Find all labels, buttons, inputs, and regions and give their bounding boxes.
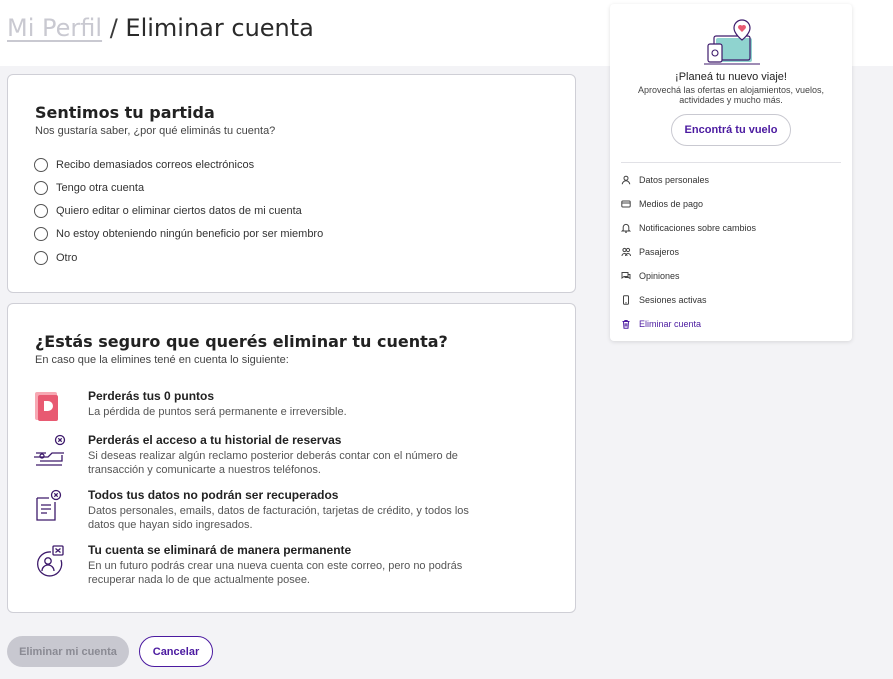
sidebar-item-passengers[interactable]: Pasajeros <box>621 244 679 260</box>
sidebar-item-label: Sesiones activas <box>639 295 707 305</box>
data-document-icon <box>32 488 68 524</box>
sidebar-item-payment[interactable]: Medios de pago <box>621 196 703 212</box>
sidebar-item-label: Datos personales <box>639 175 710 185</box>
sidebar-item-notifications[interactable]: Notificaciones sobre cambios <box>621 220 756 236</box>
promo-text: Aprovechá las ofertas en alojamientos, v… <box>637 85 825 105</box>
reason-option[interactable]: Recibo demasiados correos electrónicos <box>34 157 254 173</box>
consequence-title: Todos tus datos no podrán ser recuperado… <box>88 488 339 502</box>
radio-button[interactable] <box>34 227 48 241</box>
profile-sidebar: ¡Planeá tu nuevo viaje! Aprovechá las of… <box>610 4 852 341</box>
reason-label: Tengo otra cuenta <box>56 182 145 194</box>
delete-account-button[interactable]: Eliminar mi cuenta <box>7 636 129 667</box>
reason-option[interactable]: No estoy obteniendo ningún beneficio por… <box>34 226 323 242</box>
radio-button[interactable] <box>34 204 48 218</box>
cancel-button[interactable]: Cancelar <box>139 636 213 667</box>
breadcrumb: Mi Perfil / Eliminar cuenta <box>7 14 314 42</box>
reason-label: Quiero editar o eliminar ciertos datos d… <box>56 205 302 217</box>
sidebar-item-sessions[interactable]: Sesiones activas <box>621 292 707 308</box>
consequence-title: Perderás el acceso a tu historial de res… <box>88 433 342 447</box>
reason-option[interactable]: Otro <box>34 250 77 266</box>
travel-illustration-icon <box>696 16 766 68</box>
confirm-subtitle: En caso que la elimines tené en cuenta l… <box>35 354 289 366</box>
points-card-icon <box>32 389 68 425</box>
radio-button[interactable] <box>34 158 48 172</box>
chat-icon <box>621 271 631 281</box>
reason-label: Otro <box>56 252 78 264</box>
reason-option[interactable]: Tengo otra cuenta <box>34 180 144 196</box>
sidebar-divider <box>621 162 841 163</box>
consequence-item: Tu cuenta se eliminará de manera permane… <box>32 543 572 591</box>
reasons-title: Sentimos tu partida <box>35 103 215 122</box>
reasons-card: Sentimos tu partida Nos gustaría saber, … <box>7 74 576 293</box>
sidebar-item-label: Opiniones <box>639 271 680 281</box>
card-icon <box>621 199 631 209</box>
page-title: Eliminar cuenta <box>125 14 314 42</box>
phone-icon <box>621 295 631 305</box>
reason-label: No estoy obteniendo ningún beneficio por… <box>56 228 324 240</box>
radio-button[interactable] <box>34 181 48 195</box>
reason-option[interactable]: Quiero editar o eliminar ciertos datos d… <box>34 203 302 219</box>
promo-title: ¡Planeá tu nuevo viaje! <box>675 71 787 83</box>
reason-label: Recibo demasiados correos electrónicos <box>56 159 255 171</box>
consequence-desc: En un futuro podrás crear una nueva cuen… <box>88 560 463 586</box>
confirm-card: ¿Estás seguro que querés eliminar tu cue… <box>7 303 576 613</box>
passengers-icon <box>621 247 631 257</box>
breadcrumb-separator: / <box>109 14 118 42</box>
consequence-desc: Datos personales, emails, datos de factu… <box>88 505 469 531</box>
breadcrumb-profile-link[interactable]: Mi Perfil <box>7 14 102 42</box>
confirm-title: ¿Estás seguro que querés eliminar tu cue… <box>35 332 448 351</box>
consequence-item: Todos tus datos no podrán ser recuperado… <box>32 488 572 536</box>
consequence-title: Tu cuenta se eliminará de manera permane… <box>88 543 352 557</box>
sidebar-item-label: Notificaciones sobre cambios <box>639 223 757 233</box>
sidebar-item-delete-account[interactable]: Eliminar cuenta <box>621 316 701 332</box>
sidebar-item-label: Medios de pago <box>639 199 704 209</box>
radio-button[interactable] <box>34 251 48 265</box>
sidebar-item-label: Pasajeros <box>639 247 680 257</box>
consequence-title: Perderás tus 0 puntos <box>88 389 215 403</box>
reasons-subtitle: Nos gustaría saber, ¿por qué eliminás tu… <box>35 125 276 137</box>
consequence-desc: La pérdida de puntos será permanente e i… <box>88 406 347 418</box>
consequence-desc: Si deseas realizar algún reclamo posteri… <box>88 450 458 476</box>
sidebar-item-reviews[interactable]: Opiniones <box>621 268 680 284</box>
sidebar-item-label: Eliminar cuenta <box>639 319 702 329</box>
booking-history-icon <box>32 433 68 469</box>
sidebar-item-personal-data[interactable]: Datos personales <box>621 172 709 188</box>
find-flight-button[interactable]: Encontrá tu vuelo <box>671 114 791 146</box>
consequence-item: Perderás tus 0 puntos La pérdida de punt… <box>32 389 572 437</box>
user-delete-icon <box>32 543 68 579</box>
bell-icon <box>621 223 631 233</box>
user-icon <box>621 175 631 185</box>
trash-icon <box>621 319 631 329</box>
consequence-item: Perderás el acceso a tu historial de res… <box>32 433 572 481</box>
